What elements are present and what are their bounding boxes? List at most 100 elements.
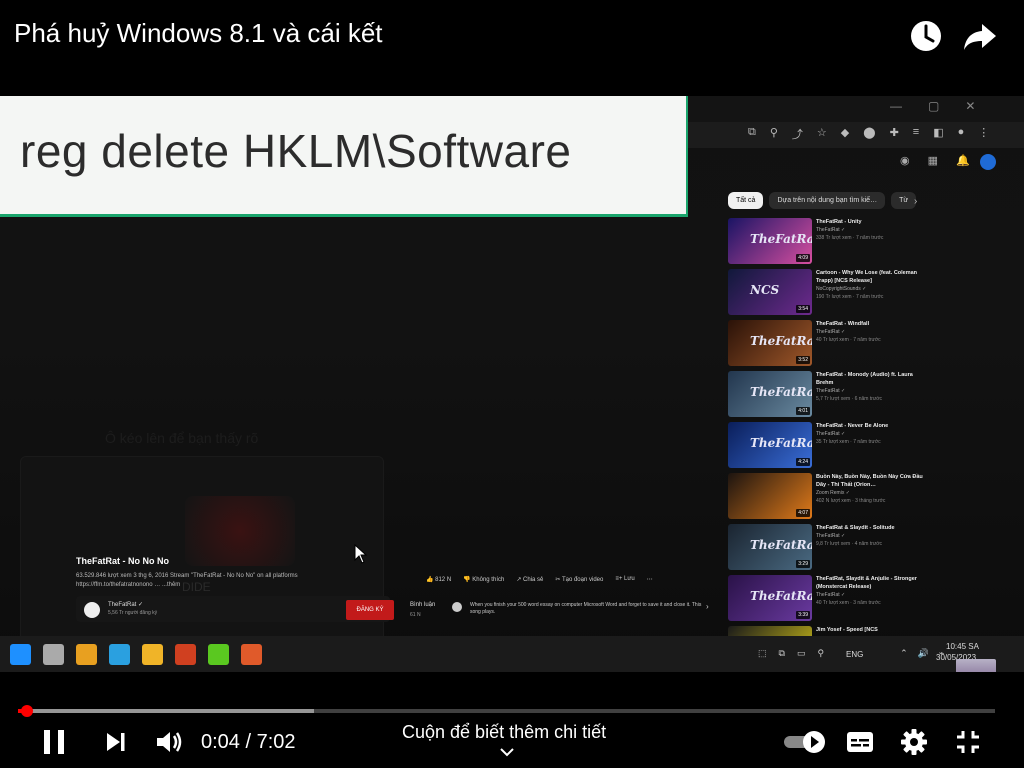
mouse-cursor-icon	[354, 544, 368, 564]
taskbar-app-icon	[142, 644, 163, 665]
browser-toolbar-icons: ⧉ ⚲ ⤴ ☆ ◆ ⬤ ✚ ≡ ◧ ● ⋮	[748, 126, 989, 142]
autoplay-icon	[784, 731, 825, 753]
recommendation-item: TheFatRat 3:29 TheFatRat & Slaydit - Solit…	[728, 524, 928, 575]
share-arrow-icon	[964, 24, 996, 50]
pause-button[interactable]	[34, 722, 74, 762]
thumbnail-label: TheFatRat	[750, 232, 812, 246]
channel-row	[76, 596, 390, 622]
recommendation-text: TheFatRat - Monody (Audio) ft. Laura Bre…	[816, 371, 928, 403]
recommendation-item: TheFatRat 4:24 TheFatRat - Never Be Alone T…	[728, 422, 928, 473]
apps-icon: ▦	[927, 155, 939, 167]
thumbnail-label: TheFatRat	[750, 334, 812, 348]
recommendation-channel: TheFatRat ✓	[816, 227, 846, 233]
tray-icon: ⬚	[758, 648, 767, 658]
thumbnail-label: TheFatRat	[750, 538, 812, 552]
recommendation-text: TheFatRat - Unity TheFatRat ✓ 338 Tr lượt …	[816, 218, 928, 242]
recommendation-channel: TheFatRat ✓	[816, 431, 846, 437]
taskbar-app-icon	[109, 644, 130, 665]
subtitles-button[interactable]	[840, 722, 880, 762]
watch-later-button[interactable]	[906, 16, 946, 56]
tray-icon: ▭	[796, 648, 806, 658]
share-button[interactable]	[960, 16, 1000, 56]
recommendation-text: TheFatRat - Windfall TheFatRat ✓ 40 Tr lượ…	[816, 320, 928, 344]
exit-fullscreen-button[interactable]	[948, 722, 988, 762]
recommendation-meta: 40 Tr lượt xem · 3 năm trước	[816, 600, 881, 606]
filter-chips: Tất cả Dựa trên nội dung bạn tìm kiế… Từ	[728, 192, 917, 209]
tray-icon: ⚲	[817, 648, 825, 658]
duration-badge: 3:52	[796, 356, 810, 364]
recommendation-item: TheFatRat 4:01 TheFatRat - Monody (Audio) …	[728, 371, 928, 422]
recommendation-title: TheFatRat - Never Be Alone	[816, 423, 889, 429]
recommendation-meta: 338 Tr lượt xem · 7 năm trước	[816, 235, 884, 241]
thumbnail-label: TheFatRat	[750, 589, 812, 603]
subscribe-button: ĐĂNG KÝ	[346, 600, 394, 620]
volume-button[interactable]	[148, 722, 188, 762]
thumbnail-label: TheFatRat	[750, 385, 812, 399]
menu-icon: ⋮	[978, 127, 990, 139]
recommendation-title: TheFatRat - Unity	[816, 219, 862, 225]
video-thumbnail: TheFatRat 4:09	[728, 218, 812, 264]
caption-overlay: reg delete HKLM\Software	[0, 96, 688, 217]
video-player[interactable]: Phá huỷ Windows 8.1 và cái kết — ▢ ✕ ⧉ ⚲ ⤴ ☆ ◆…	[0, 0, 1024, 768]
duration-badge: 4:09	[796, 254, 810, 262]
main-video-title: TheFatRat - No No No	[76, 556, 169, 566]
minimize-icon: —	[890, 99, 902, 113]
filter-chip: Tất cả	[728, 192, 764, 209]
avatar	[980, 154, 996, 170]
taskbar-app-icon	[76, 644, 97, 665]
taskbar-app-icon	[208, 644, 229, 665]
subtitles-icon	[847, 732, 873, 752]
chevron-down-icon[interactable]	[498, 744, 516, 760]
recommendation-item: 4:07 Buồn Này, Buồn Này, Buồn Này Cứa Đầu…	[728, 473, 928, 524]
duration-badge: 3:54	[796, 305, 810, 313]
recommendation-channel: Zoom Remix ✓	[816, 490, 850, 496]
action-item: 👍 812 N	[426, 577, 452, 583]
autoplay-toggle[interactable]	[782, 722, 825, 762]
settings-button[interactable]	[894, 722, 934, 762]
duration-badge: 4:01	[796, 407, 810, 415]
duration-badge: 3:29	[796, 560, 810, 568]
recommendation-item: TheFatRat 3:52 TheFatRat - WindfallTheFatR…	[728, 320, 928, 371]
ghost-text: Ô kéo lên để bạn thấy rõ	[105, 430, 259, 446]
video-frame[interactable]: — ▢ ✕ ⧉ ⚲ ⤴ ☆ ◆ ⬤ ✚ ≡ ◧ ● ⋮ ◉ ▦ 🔔 Tất cả Dựa trên nội d…	[0, 96, 1024, 672]
recommendation-item: TheFatRat 3:39 TheFatRat, Slaydit & Anjuli…	[728, 575, 928, 626]
tray-icon: ⧉	[778, 648, 785, 658]
thumbnail-label: TheFatRat	[750, 436, 812, 450]
video-thumbnail: 4:07	[728, 473, 812, 519]
recommendation-title: TheFatRat - Windfall	[816, 321, 870, 327]
search-icon: ⚲	[769, 127, 778, 139]
duration-badge: 3:39	[796, 611, 810, 619]
recommendation-text: Buồn Này, Buồn Này, Buồn Này Cứa Đầu Dây…	[816, 473, 928, 505]
taskbar-apps	[10, 644, 262, 665]
scroll-hint[interactable]: Cuộn để biết thêm chi tiết	[402, 722, 606, 743]
taskbar-app-icon	[10, 644, 31, 665]
avatar	[84, 602, 100, 618]
action-item: ⋯	[646, 577, 653, 583]
scrubber-handle[interactable]	[21, 705, 33, 717]
clock-time: 10:45 SA	[946, 642, 979, 651]
youtube-header-icons: ◉ ▦ 🔔	[900, 154, 970, 167]
star-icon: ☆	[816, 127, 827, 139]
comments-label: Bình luận	[410, 602, 436, 608]
recommendation-text: Cartoon - Why We Lose (feat. Coleman Tra…	[816, 269, 928, 301]
filter-chip: Từ	[891, 192, 917, 209]
recommendation-title: TheFatRat & Slaydit - Solitude	[816, 525, 895, 531]
video-artwork	[185, 496, 295, 566]
recommendation-text: TheFatRat - Never Be Alone TheFatRat ✓ 35 …	[816, 422, 928, 446]
recommendation-text: Jim Yosef - Speed [NCS	[816, 626, 928, 634]
recommendation-meta: 190 Tr lượt xem · 7 năm trước	[816, 294, 884, 300]
webcam-thumbnail	[956, 659, 996, 672]
gear-icon	[901, 729, 927, 755]
avatar	[452, 602, 462, 612]
taskbar-app-icon	[241, 644, 262, 665]
tray-icon: 🔊	[917, 648, 929, 658]
profile-icon: ●	[957, 126, 965, 138]
next-button[interactable]	[96, 722, 136, 762]
duration-badge: 4:24	[796, 458, 810, 466]
comment-text: When you finish your 500 word essay on c…	[470, 602, 702, 615]
recommendation-list: TheFatRat4:09TheFatRat - UnityTheFatRat …	[728, 218, 928, 672]
extension-icon: ◆	[840, 127, 850, 139]
recommendation-title: Cartoon - Why We Lose (feat. Coleman Tra…	[816, 270, 918, 284]
volume-icon	[157, 732, 182, 752]
screenshot-icon: ⧉	[748, 126, 756, 138]
